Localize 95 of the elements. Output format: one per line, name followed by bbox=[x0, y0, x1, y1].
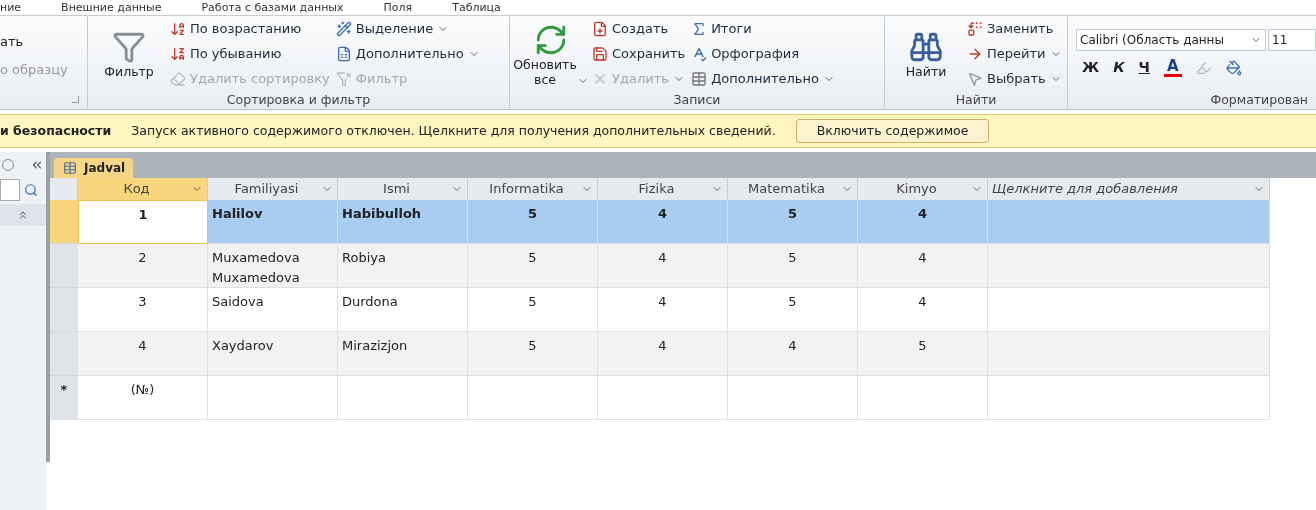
ribbon-command[interactable]: Заменить bbox=[967, 17, 1062, 40]
group-label: Сортировка и фильтр bbox=[225, 91, 372, 109]
table-cell: 5 bbox=[728, 244, 858, 288]
ribbon-large-button[interactable]: Найти bbox=[891, 16, 961, 91]
table-cell: Xaydarov bbox=[208, 332, 338, 376]
binoculars-icon bbox=[909, 30, 943, 64]
font-style-button[interactable]: Ч bbox=[1138, 57, 1150, 78]
table-cell: 5 bbox=[728, 200, 858, 244]
command-icon bbox=[335, 20, 352, 37]
table-cell: Robiya bbox=[338, 244, 468, 288]
command-icon bbox=[691, 45, 708, 62]
table-cell: 4 bbox=[858, 200, 988, 244]
column-header[interactable]: Matematika bbox=[728, 178, 858, 200]
font-style-button[interactable]: К bbox=[1113, 57, 1125, 78]
ribbon-tab[interactable]: Внешние данные bbox=[61, 1, 162, 15]
table-cell: 4 bbox=[728, 332, 858, 376]
group-label: Форматирован bbox=[1209, 91, 1309, 109]
table-cell: 5 bbox=[468, 332, 598, 376]
font-size-field[interactable]: 11 bbox=[1268, 29, 1316, 51]
table-cell: 5 bbox=[468, 288, 598, 332]
paint-bucket-icon[interactable] bbox=[1225, 59, 1242, 76]
highlighter-icon[interactable] bbox=[1195, 59, 1212, 76]
table-cell: 3 bbox=[78, 288, 208, 332]
search-field[interactable] bbox=[0, 179, 20, 201]
table-cell: Saidova bbox=[208, 288, 338, 332]
column-header[interactable]: Код bbox=[78, 178, 208, 200]
command-icon bbox=[170, 20, 186, 37]
table-cell: 4 bbox=[78, 332, 208, 376]
table-cell: Muxamedova Muxamedova bbox=[208, 244, 338, 288]
table-cell: 5 bbox=[468, 200, 598, 244]
ribbon-command[interactable]: По возрастанию bbox=[170, 17, 330, 40]
command-icon bbox=[170, 70, 186, 87]
column-header[interactable]: Familiyasi bbox=[208, 178, 338, 200]
ribbon-command[interactable]: Итоги bbox=[691, 17, 835, 40]
table-cell: 4 bbox=[598, 288, 728, 332]
ribbon-command[interactable]: Выделение bbox=[335, 17, 480, 40]
ribbon-command[interactable]: Дополнительно bbox=[691, 67, 835, 90]
ribbon-large-button[interactable]: Обновить все bbox=[516, 16, 586, 91]
ribbon-command[interactable]: Орфография bbox=[691, 42, 835, 65]
group-label: Найти bbox=[954, 91, 998, 109]
command-icon bbox=[592, 20, 608, 37]
command-icon bbox=[691, 70, 708, 87]
command-icon bbox=[967, 20, 983, 37]
table-cell: 1 bbox=[78, 200, 208, 244]
command-icon bbox=[967, 70, 983, 87]
group-label: Записи bbox=[672, 91, 722, 109]
ribbon-command[interactable]: По убыванию bbox=[170, 42, 330, 65]
font-style-button[interactable]: Ж bbox=[1082, 57, 1100, 78]
ribbon-command[interactable]: Выбрать bbox=[967, 67, 1062, 90]
enable-content-button[interactable]: Включить содержимое bbox=[795, 119, 990, 143]
column-header[interactable]: Щелкните для добавления bbox=[988, 178, 1270, 200]
ribbon-command[interactable]: Создать bbox=[592, 17, 686, 40]
ribbon-tab[interactable]: ние bbox=[0, 1, 22, 15]
table-cell: Mirazizjon bbox=[338, 332, 468, 376]
table-cell: (№) bbox=[78, 376, 208, 420]
funnel-icon bbox=[112, 30, 146, 64]
ribbon-tab[interactable]: Работа с базами данных bbox=[201, 1, 344, 15]
table-cell: 2 bbox=[78, 244, 208, 288]
collapse-icon[interactable] bbox=[30, 158, 44, 172]
command-icon bbox=[335, 70, 352, 87]
ribbon-command[interactable]: Перейти bbox=[967, 42, 1062, 65]
search-icon[interactable] bbox=[24, 183, 38, 197]
ribbon-tab[interactable]: Таблица bbox=[452, 1, 501, 15]
column-header[interactable]: Fizika bbox=[598, 178, 728, 200]
table-cell: Habibulloh bbox=[338, 200, 468, 244]
new-record-marker: * bbox=[50, 376, 78, 420]
column-header[interactable]: Ismi bbox=[338, 178, 468, 200]
font-name-field[interactable]: Calibri (Область данны bbox=[1076, 29, 1266, 51]
table-icon bbox=[62, 161, 78, 175]
column-header[interactable]: Kimyo bbox=[858, 178, 988, 200]
table-cell: 4 bbox=[858, 244, 988, 288]
dialog-launcher-icon[interactable] bbox=[72, 96, 79, 103]
document-tab[interactable]: Jadval bbox=[54, 158, 134, 178]
table-cell: Halilov bbox=[208, 200, 338, 244]
command-icon bbox=[592, 45, 608, 62]
command-icon bbox=[170, 45, 186, 62]
ribbon-command[interactable]: Сохранить bbox=[592, 42, 686, 65]
table-cell: 4 bbox=[598, 244, 728, 288]
security-message: Запуск активного содержимого отключен. Щелкните для получения дополнительных сведений. bbox=[131, 121, 776, 140]
ribbon-command[interactable]: Дополнительно bbox=[335, 42, 480, 65]
security-title: и безопасности bbox=[0, 121, 112, 140]
table-cell: 4 bbox=[598, 332, 728, 376]
table-cell: 4 bbox=[858, 288, 988, 332]
table-cell: 4 bbox=[598, 200, 728, 244]
select-all-corner[interactable] bbox=[50, 178, 78, 200]
ribbon-tab[interactable]: Поля bbox=[383, 1, 413, 15]
command-icon bbox=[335, 45, 352, 62]
table-cell: 5 bbox=[858, 332, 988, 376]
table-cell: Durdona bbox=[338, 288, 468, 332]
ribbon-large-button[interactable]: Фильтр bbox=[94, 16, 164, 91]
ribbon-command[interactable]: ать bbox=[0, 32, 87, 52]
table-cell: 5 bbox=[728, 288, 858, 332]
chevron-up-icon[interactable] bbox=[17, 209, 29, 221]
table-cell: 5 bbox=[468, 244, 598, 288]
column-header[interactable]: Informatika bbox=[468, 178, 598, 200]
